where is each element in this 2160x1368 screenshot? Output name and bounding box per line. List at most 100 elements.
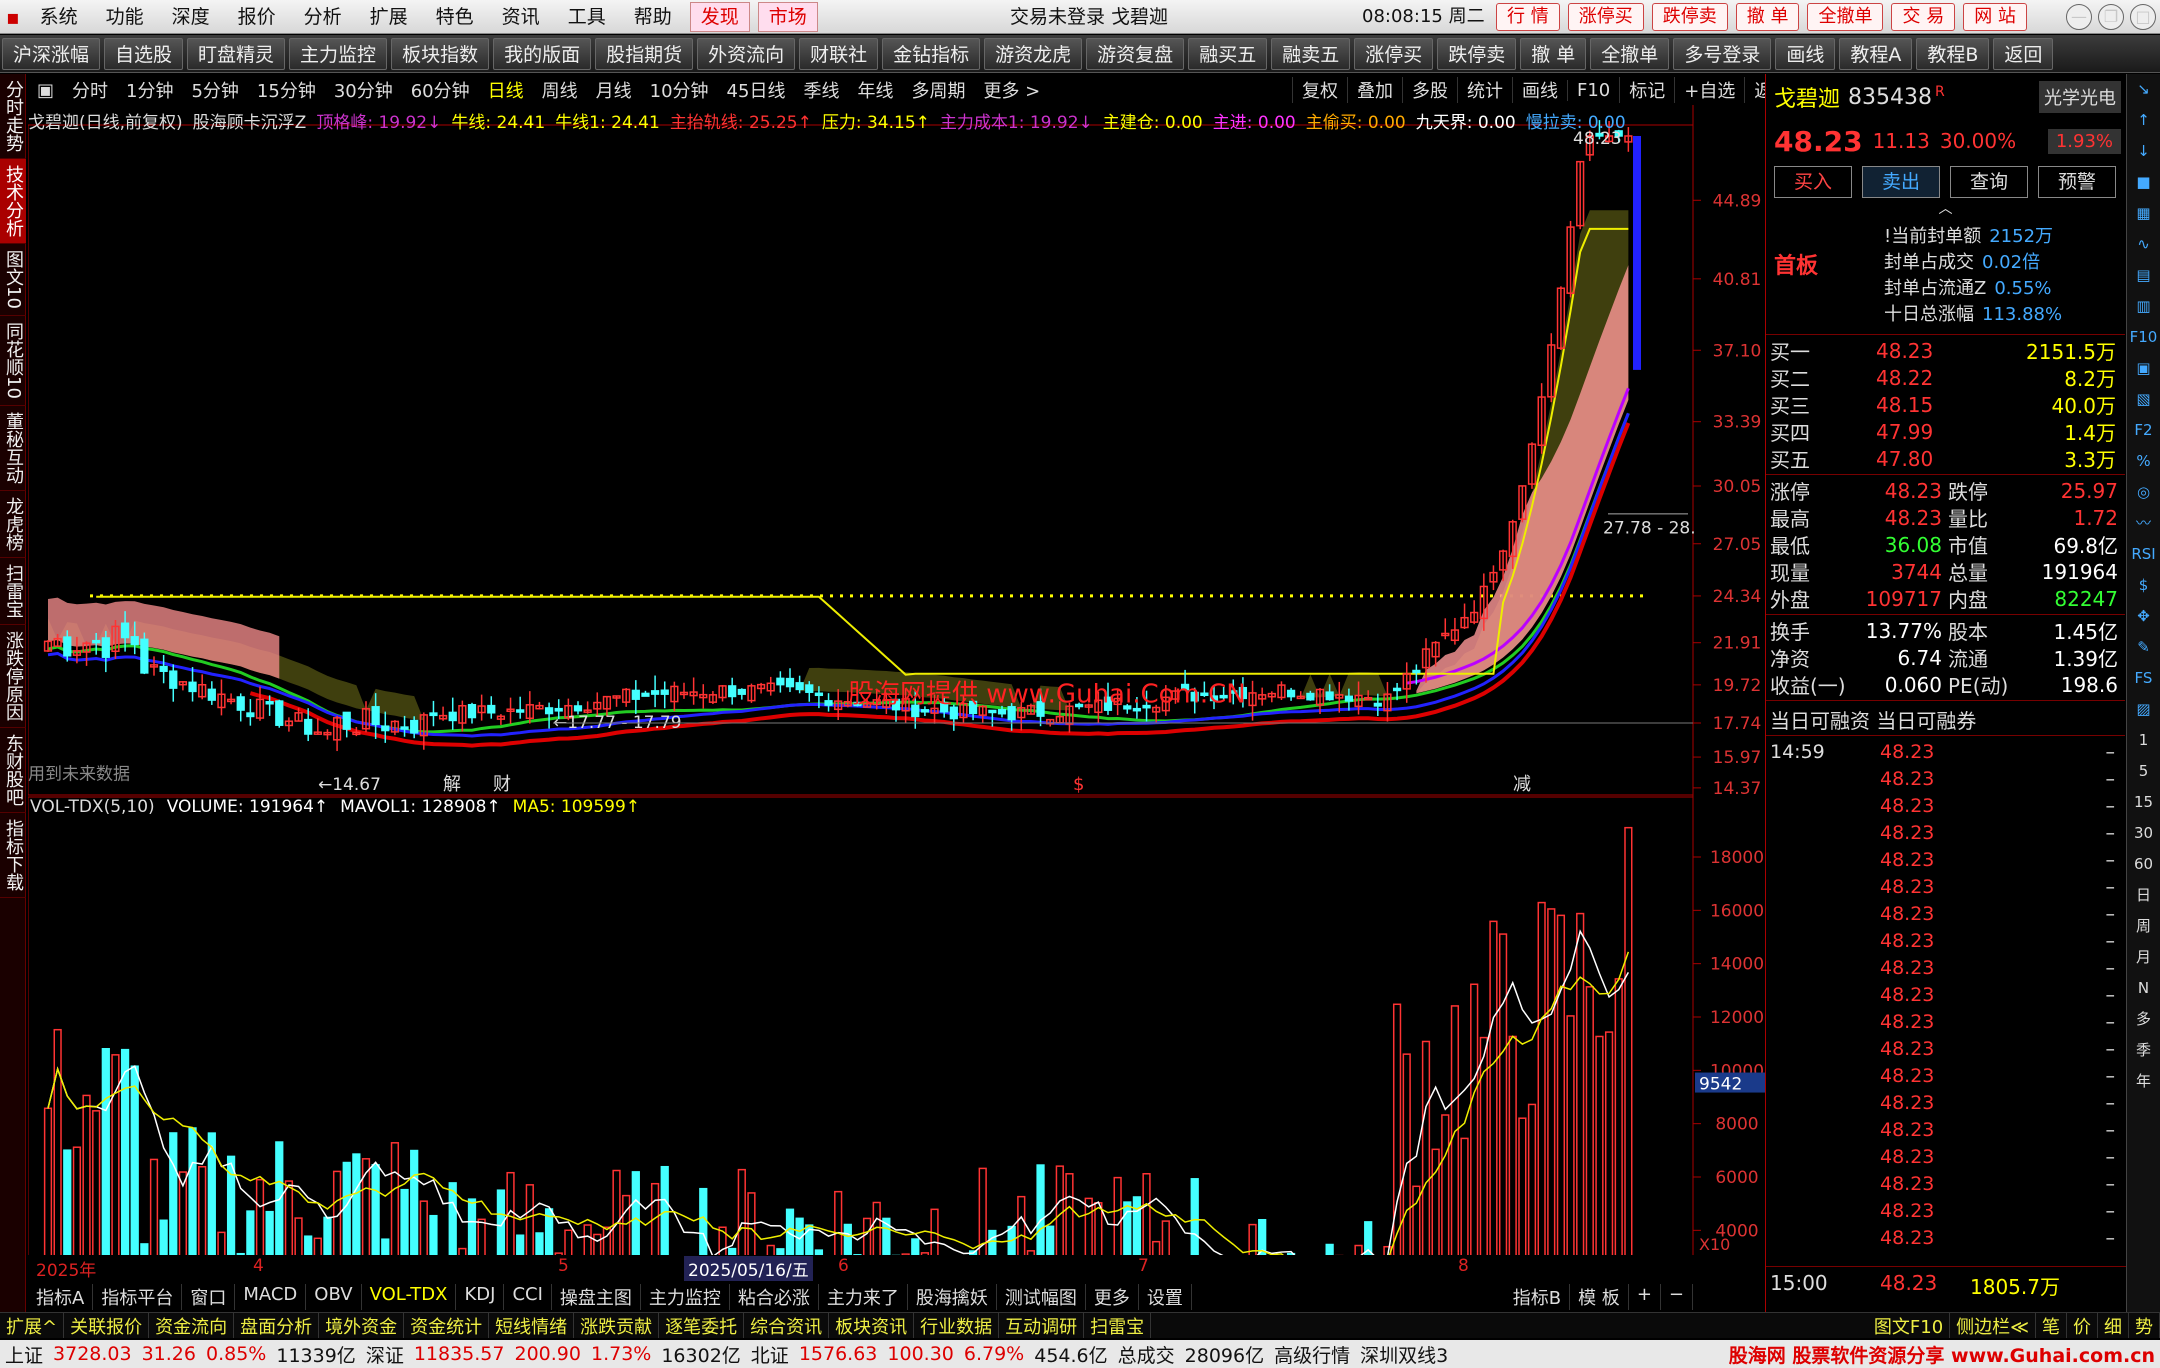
sidebar-tool-icon[interactable]: F10 xyxy=(2127,322,2160,353)
toolbar-button[interactable]: 涨停买 xyxy=(1354,37,1434,70)
window-control-icon[interactable]: □ xyxy=(2130,4,2156,30)
period-tab[interactable]: 年线 xyxy=(848,77,902,103)
period-tab[interactable]: 多周期 xyxy=(902,77,974,103)
indicator-tab[interactable]: CCI xyxy=(504,1284,552,1310)
period-tab[interactable]: 5分钟 xyxy=(182,77,247,103)
menu-item[interactable]: 资讯 xyxy=(488,0,554,34)
menu-item[interactable]: 特色 xyxy=(422,0,488,34)
bottom-link[interactable]: 板块资讯 xyxy=(829,1313,915,1338)
toolbar-button[interactable]: 跌停卖 xyxy=(1437,37,1517,70)
sidebar-tool-icon[interactable]: 5 xyxy=(2127,756,2160,787)
collapse-icon[interactable]: ︿ xyxy=(1766,202,2125,216)
kline-chart[interactable]: 44.89 40.81 37.10 33.39 30.05 27.05 24.34 21.91… xyxy=(28,105,1765,1255)
menu-market[interactable]: 市场 xyxy=(757,1,818,32)
sidebar-tool-icon[interactable]: ▤ xyxy=(2127,260,2160,291)
indicator-tab[interactable]: 股海擒妖 xyxy=(908,1284,997,1310)
indicator-tab[interactable]: 模 板 xyxy=(1570,1284,1629,1310)
sidebar-tool-icon[interactable]: ↓ xyxy=(2127,136,2160,167)
sidebar-tool-icon[interactable]: ▣ xyxy=(2127,353,2160,384)
bottom-link[interactable]: 短线情绪 xyxy=(489,1313,575,1338)
menu-item[interactable]: 报价 xyxy=(224,0,290,34)
toolbar-button[interactable]: 主力监控 xyxy=(289,37,388,70)
toolbar-button[interactable]: 财联社 xyxy=(799,37,879,70)
sidebar-tool-icon[interactable]: ▨ xyxy=(2127,694,2160,725)
bottom-link[interactable]: 关联报价 xyxy=(64,1313,150,1338)
left-nav-item[interactable]: 指标下载 xyxy=(0,813,26,898)
sidebar-tool-icon[interactable]: 1 xyxy=(2127,725,2160,756)
sidebar-tool-icon[interactable]: 30 xyxy=(2127,818,2160,849)
sidebar-tool-icon[interactable]: ∿ xyxy=(2127,229,2160,260)
toolbar-button[interactable]: 返回 xyxy=(1993,37,2054,70)
bottom-link[interactable]: 图文F10 xyxy=(1868,1313,1951,1338)
indicator-tab[interactable]: 指标A xyxy=(28,1284,94,1310)
indicator-tab[interactable]: OBV xyxy=(306,1284,362,1310)
indicator-tab[interactable]: 更多 xyxy=(1086,1284,1139,1310)
sidebar-tool-icon[interactable]: 〰 xyxy=(2127,508,2160,539)
bottom-link[interactable]: 资金统计 xyxy=(404,1313,490,1338)
trade-button[interactable]: 卖出 xyxy=(1862,166,1940,198)
left-nav-item[interactable]: 技术分析 xyxy=(0,159,26,244)
sidebar-tool-icon[interactable]: FS xyxy=(2127,663,2160,694)
bottom-link[interactable]: 逐笔委托 xyxy=(659,1313,745,1338)
sidebar-tool-icon[interactable]: 日 xyxy=(2127,880,2160,911)
period-tab[interactable]: 日线 xyxy=(479,77,533,103)
sidebar-tool-icon[interactable]: 15 xyxy=(2127,787,2160,818)
chart-tool[interactable]: 叠加 xyxy=(1347,77,1402,103)
sidebar-tool-icon[interactable]: 周 xyxy=(2127,911,2160,942)
period-tab[interactable]: 分时 xyxy=(63,77,117,103)
indicator-tab[interactable]: 指标B xyxy=(1505,1284,1571,1310)
toolbar-button[interactable]: 我的版面 xyxy=(493,37,592,70)
menu-item[interactable]: 分析 xyxy=(290,0,356,34)
toolbar-button[interactable]: 沪深涨幅 xyxy=(2,37,101,70)
sidebar-tool-icon[interactable]: F2 xyxy=(2127,415,2160,446)
chart-tool[interactable]: 标记 xyxy=(1619,77,1674,103)
left-nav-item[interactable]: 扫雷宝 xyxy=(0,558,26,625)
left-nav-item[interactable]: 分时走势 xyxy=(0,74,26,159)
bottom-link[interactable]: 资金流向 xyxy=(149,1313,235,1338)
sidebar-tool-icon[interactable]: 季 xyxy=(2127,1035,2160,1066)
toolbar-button[interactable]: 盯盘精灵 xyxy=(187,37,286,70)
toolbar-button[interactable]: 教程A xyxy=(1839,37,1913,70)
toolbar-button[interactable]: 自选股 xyxy=(104,37,184,70)
sidebar-tool-icon[interactable]: ↘ xyxy=(2127,74,2160,105)
period-tab[interactable]: 15分钟 xyxy=(248,77,325,103)
chart-tool[interactable]: 画线 xyxy=(1512,77,1567,103)
left-nav-item[interactable]: 涨跌停原因 xyxy=(0,625,26,728)
sidebar-tool-icon[interactable]: RSI xyxy=(2127,539,2160,570)
layout-icon[interactable]: ▣ xyxy=(28,80,63,101)
bottom-link[interactable]: 侧边栏≪ xyxy=(1950,1313,2036,1338)
menu-item[interactable]: 系统 xyxy=(26,0,92,34)
top-button[interactable]: 行 情 xyxy=(1496,3,1560,31)
window-control-icon[interactable]: — xyxy=(2066,4,2092,30)
top-button[interactable]: 涨停买 xyxy=(1567,3,1644,31)
indicator-tab[interactable]: 主力监控 xyxy=(641,1284,730,1310)
toolbar-button[interactable]: 全撤单 xyxy=(1590,37,1670,70)
bottom-link[interactable]: 境外资金 xyxy=(319,1313,405,1338)
sidebar-tool-icon[interactable]: 年 xyxy=(2127,1066,2160,1097)
menu-item[interactable]: 工具 xyxy=(554,0,620,34)
left-nav-item[interactable]: 东财股吧 xyxy=(0,728,26,813)
indicator-tab[interactable]: VOL-TDX xyxy=(362,1284,457,1310)
sidebar-tool-icon[interactable]: ↑ xyxy=(2127,105,2160,136)
top-button[interactable]: 撤 单 xyxy=(1735,3,1800,31)
top-button[interactable]: 交 易 xyxy=(1891,3,1956,31)
indicator-tab[interactable]: + xyxy=(1629,1284,1661,1310)
period-tab[interactable]: 更多 > xyxy=(974,77,1049,103)
sidebar-tool-icon[interactable]: 多 xyxy=(2127,1004,2160,1035)
left-nav-item[interactable]: 龙虎榜 xyxy=(0,491,26,558)
toolbar-button[interactable]: 游资复盘 xyxy=(1086,37,1185,70)
indicator-tab[interactable]: KDJ xyxy=(456,1284,505,1310)
toolbar-button[interactable]: 教程B xyxy=(1916,37,1990,70)
menu-item[interactable]: 帮助 xyxy=(620,0,686,34)
bottom-link[interactable]: 价 xyxy=(2067,1313,2098,1338)
sidebar-tool-icon[interactable]: ▦ xyxy=(2127,198,2160,229)
indicator-tab[interactable]: 窗口 xyxy=(182,1284,236,1310)
chart-tool[interactable]: 多股 xyxy=(1402,77,1457,103)
window-control-icon[interactable]: ❐ xyxy=(2098,4,2124,30)
chart-tool[interactable]: 复权 xyxy=(1292,77,1347,103)
toolbar-button[interactable]: 股指期货 xyxy=(595,37,694,70)
bottom-link[interactable]: 笔 xyxy=(2036,1313,2067,1338)
chart-tool[interactable]: 统计 xyxy=(1457,77,1512,103)
menu-item[interactable]: 功能 xyxy=(92,0,158,34)
sidebar-tool-icon[interactable]: ◎ xyxy=(2127,477,2160,508)
